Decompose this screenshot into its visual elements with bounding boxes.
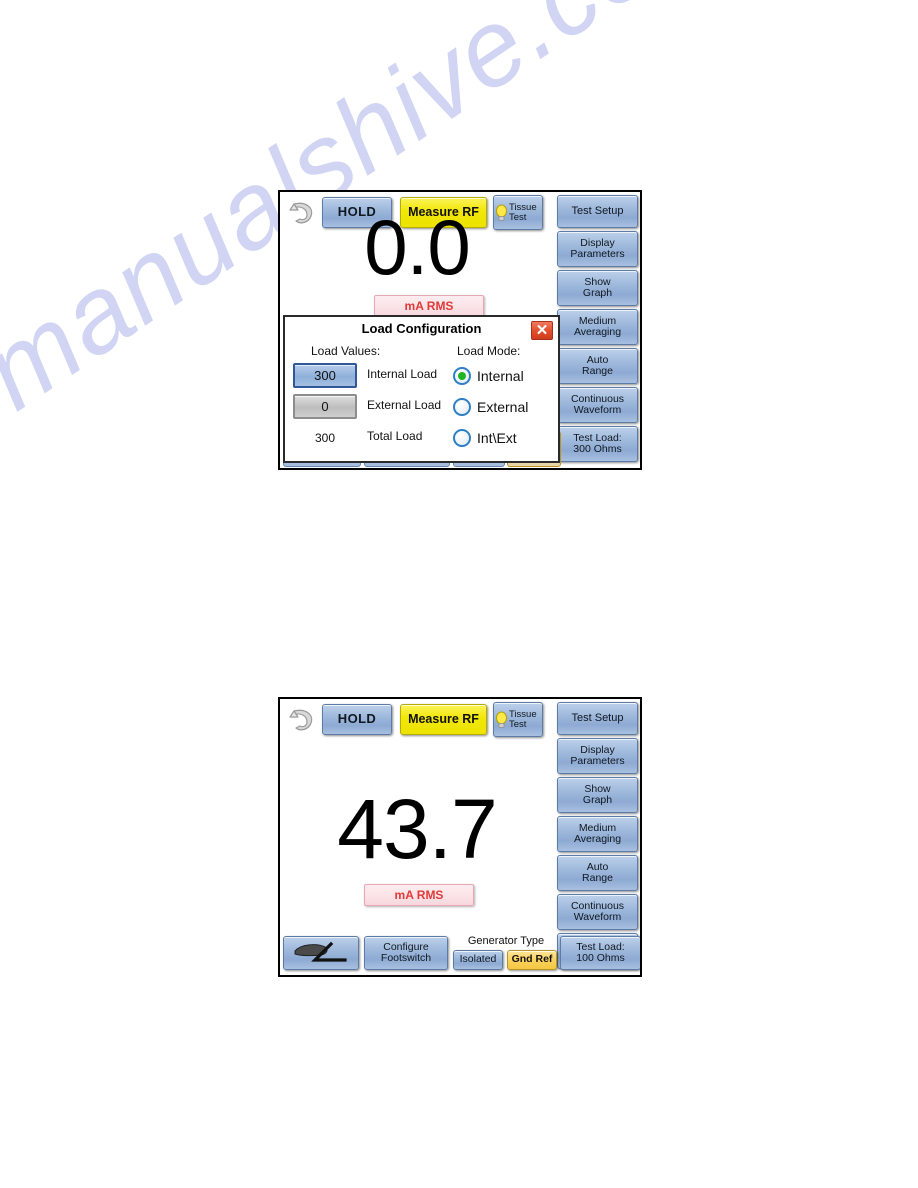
generator-gnd-ref-button[interactable]: Gnd Ref [507,950,557,970]
internal-load-value: 300 [314,368,336,383]
side-button-show-graph[interactable]: Show Graph [557,270,638,306]
bottom-test-load-button[interactable]: Test Load: 100 Ohms [560,936,640,970]
close-icon[interactable]: ✕ [531,321,553,340]
measurement-unit-chip[interactable]: mA RMS [374,295,484,317]
screen-surface: HOLD Measure RF Tissue Test Test Setup D… [280,699,640,975]
hold-button[interactable]: HOLD [322,704,392,735]
side-button-continuous-waveform[interactable]: Continuous Waveform [557,387,638,423]
total-load-label: Total Load [367,429,423,443]
screen-surface: HOLD Measure RF Tissue Test Test Setup D… [280,192,640,468]
side-button-show-graph[interactable]: Show Graph [557,777,638,813]
side-button-line2: Waveform [573,911,622,923]
load-mode-internal-label: Internal [477,367,524,384]
side-button-display-parameters[interactable]: Display Parameters [557,738,638,774]
side-button-display-parameters[interactable]: Display Parameters [557,231,638,267]
measurement-unit-chip[interactable]: mA RMS [364,884,474,906]
configure-footswitch-line2: Footswitch [380,952,432,964]
side-button-column: Test Setup Display Parameters Show Graph… [557,195,638,465]
load-row-internal: 300 Internal Load Internal [285,363,558,393]
back-arrow-icon[interactable] [284,702,320,738]
load-mode-intext-label: Int\Ext [477,429,517,446]
side-button-medium-averaging[interactable]: Medium Averaging [557,816,638,852]
side-button-line2: Range [582,365,613,377]
dialog-title: Load Configuration [361,321,482,336]
internal-load-value-field[interactable]: 300 [293,363,357,388]
footswitch-pedal-icon[interactable] [283,936,359,970]
side-button-line2: Averaging [573,833,622,845]
side-button-continuous-waveform[interactable]: Continuous Waveform [557,894,638,930]
side-button-auto-range[interactable]: Auto Range [557,855,638,891]
side-button-line2: Graph [582,287,613,299]
side-button-test-setup[interactable]: Test Setup [557,195,638,228]
load-mode-external-option[interactable]: External [453,394,528,419]
load-mode-internal-option[interactable]: Internal [453,363,524,388]
side-button-medium-averaging[interactable]: Medium Averaging [557,309,638,345]
generator-isolated-label: Isolated [459,953,497,966]
side-button-line2: Parameters [570,248,625,260]
side-button-line1: Test Setup [571,711,624,724]
device-screen-load-configuration: HOLD Measure RF Tissue Test Test Setup D… [278,190,642,470]
lightbulb-icon [495,711,508,729]
external-load-label: External Load [367,398,442,412]
side-button-column: Test Setup Display Parameters Show Graph… [557,702,638,972]
total-load-value: 300 [314,430,336,445]
generator-gnd-ref-label: Gnd Ref [511,953,553,966]
load-mode-intext-option[interactable]: Int\Ext [453,425,517,450]
measure-rf-button[interactable]: Measure RF [400,704,487,735]
tissue-test-label: Tissue Test [509,708,537,730]
generator-type-group: Generator Type Isolated Gnd Ref [453,935,559,970]
load-values-header: Load Values: [311,344,381,358]
side-button-auto-range[interactable]: Auto Range [557,348,638,384]
device-screen-measure-rf: HOLD Measure RF Tissue Test Test Setup D… [278,697,642,977]
radio-external-icon[interactable] [453,397,471,416]
external-load-value: 0 [321,399,329,414]
tissue-test-button[interactable]: Tissue Test [493,702,543,737]
side-button-line2: Parameters [570,755,625,767]
measurement-unit-label: mA RMS [394,888,444,902]
side-button-test-setup[interactable]: Test Setup [557,702,638,735]
measurement-value: 0.0 [364,203,470,291]
tissue-test-label-line1: Tissue [509,708,537,720]
side-button-line2: Range [582,872,613,884]
load-row-total: 300 Total Load Int\Ext [285,425,558,455]
side-button-line2: Averaging [573,326,622,338]
bottom-test-load-line2: 100 Ohms [576,952,625,964]
measure-rf-label: Measure RF [408,711,479,726]
load-mode-header: Load Mode: [457,344,521,358]
tissue-test-label-line2: Test [509,718,527,730]
measurement-value: 43.7 [337,782,497,876]
total-load-value-field: 300 [293,425,357,450]
side-button-line2: Graph [582,794,613,806]
load-row-external: 0 External Load External [285,394,558,424]
radio-internal-icon[interactable] [453,366,471,385]
bottom-bar: Configure Footswitch Generator Type Isol… [283,935,640,972]
measurement-unit-label: mA RMS [404,299,454,313]
radio-int-ext-icon[interactable] [453,428,471,447]
load-configuration-dialog: Load Configuration ✕ Load Values: Load M… [283,315,560,463]
external-load-value-field[interactable]: 0 [293,394,357,419]
generator-isolated-button[interactable]: Isolated [453,950,503,970]
internal-load-label: Internal Load [367,367,438,381]
generator-type-label: Generator Type [467,935,545,947]
load-mode-external-label: External [477,398,529,415]
hold-button-label: HOLD [337,711,377,727]
side-button-line2: Waveform [573,404,622,416]
configure-footswitch-button[interactable]: Configure Footswitch [364,936,448,970]
side-button-line1: Test Setup [571,204,624,217]
